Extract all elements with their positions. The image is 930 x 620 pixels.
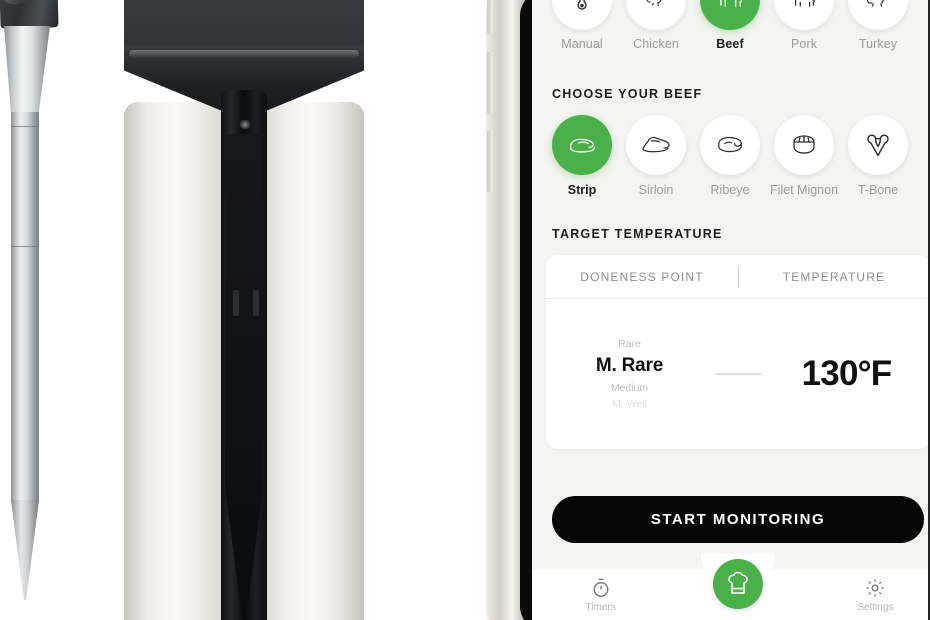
t-bone-icon-circle[interactable] <box>848 115 908 175</box>
meat-type-beef[interactable]: Beef <box>694 0 766 51</box>
meat-type-label: Manual <box>561 37 603 51</box>
dock-body-right <box>259 102 364 620</box>
turkey-icon <box>866 0 884 7</box>
cut-label: T-Bone <box>857 183 899 197</box>
cut-label: Strip <box>567 183 597 197</box>
meat-type-label: Beef <box>716 37 744 51</box>
probe-shaft <box>11 112 39 502</box>
header-divider <box>738 266 739 288</box>
sirloin-icon-circle[interactable] <box>626 115 686 175</box>
temperature-column-header: TEMPERATURE <box>782 269 886 284</box>
doneness-picker[interactable]: Rare M. Rare Medium M. Well <box>546 336 713 412</box>
card-header-row: DONENESS POINT TEMPERATURE <box>546 255 930 299</box>
cut-filet-mignon[interactable]: Filet Mignon <box>768 115 840 197</box>
cut-label: Sirloin <box>638 183 674 197</box>
product-photo-scene: Manual Chicken Beef Pork Turkey CHOOSE Y… <box>0 0 930 620</box>
start-monitoring-button[interactable]: START MONITORING <box>552 496 924 543</box>
tab-cook[interactable]: Cook <box>669 559 806 616</box>
mute-switch[interactable] <box>487 0 493 34</box>
link-dash <box>715 373 761 375</box>
cut-t-bone[interactable]: T-Bone <box>842 115 914 197</box>
cow-icon-circle[interactable] <box>700 0 760 30</box>
cook-fab-button[interactable] <box>713 559 763 609</box>
filet-mignon-icon <box>793 135 815 154</box>
doneness-column-header: DONENESS POINT <box>580 269 704 284</box>
filet-mignon-icon-circle[interactable] <box>774 115 834 175</box>
beef-cut-row[interactable]: Strip Sirloin Ribeye Filet Mignon T-Bone <box>532 101 930 197</box>
thermometer-icon <box>577 0 587 10</box>
chicken-icon <box>646 0 662 6</box>
tab-label: Settings <box>857 602 894 613</box>
chef-hat-icon <box>728 571 748 594</box>
thermometer-icon-circle[interactable] <box>552 0 612 30</box>
probe-cap <box>0 0 59 29</box>
timer-icon <box>593 578 609 597</box>
charging-dock <box>120 0 368 620</box>
target-temperature-card: DONENESS POINT TEMPERATURE Rare M. Rare … <box>546 255 930 449</box>
meat-type-label: Turkey <box>858 37 898 51</box>
dock-body-left <box>124 102 229 620</box>
tab-label: Timers <box>585 602 616 613</box>
volume-up-button[interactable] <box>487 52 493 114</box>
meat-type-label: Chicken <box>633 37 679 51</box>
dock-contact-pin-2 <box>253 290 259 316</box>
doneness-option-below[interactable]: Medium <box>611 380 648 396</box>
dock-contact-pin-1 <box>233 290 239 316</box>
card-body: Rare M. Rare Medium M. Well 130°F <box>546 299 930 449</box>
strip-steak-icon <box>570 138 595 153</box>
meat-type-manual[interactable]: Manual <box>546 0 618 51</box>
cut-label: Filet Mignon <box>769 183 839 197</box>
cut-ribeye[interactable]: Ribeye <box>694 115 766 197</box>
gear-icon <box>866 579 884 597</box>
tab-settings[interactable]: Settings <box>807 569 930 613</box>
t-bone-icon <box>867 134 889 157</box>
turkey-icon-circle[interactable] <box>848 0 908 30</box>
temperature-value[interactable]: 130°F <box>802 354 893 394</box>
meat-probe <box>0 0 62 600</box>
dock-highlight <box>238 120 252 129</box>
pig-icon-circle[interactable] <box>774 0 834 30</box>
probe-seam-lower <box>11 246 39 247</box>
doneness-option-selected[interactable]: M. Rare <box>596 352 663 380</box>
meat-type-label: Pork <box>790 37 818 51</box>
cow-icon <box>720 0 743 7</box>
volume-down-button[interactable] <box>487 130 493 192</box>
bottom-tab-bar[interactable]: Timers Cook Settin <box>532 553 930 620</box>
ribeye-icon-circle[interactable] <box>700 115 760 175</box>
strip-steak-icon-circle[interactable] <box>552 115 612 175</box>
choose-your-beef-title: CHOOSE YOUR BEEF <box>552 87 703 101</box>
meat-type-row[interactable]: Manual Chicken Beef Pork Turkey <box>532 0 930 51</box>
cut-sirloin[interactable]: Sirloin <box>620 115 692 197</box>
probe-shoulder <box>4 26 50 118</box>
meat-type-turkey[interactable]: Turkey <box>842 0 914 51</box>
cut-strip[interactable]: Strip <box>546 115 618 197</box>
doneness-option-above[interactable]: Rare <box>618 336 641 352</box>
probe-tip <box>11 500 39 600</box>
smartphone: Manual Chicken Beef Pork Turkey CHOOSE Y… <box>486 0 930 620</box>
meat-type-pork[interactable]: Pork <box>768 0 840 51</box>
sirloin-icon <box>642 136 670 153</box>
ribeye-icon <box>718 136 742 153</box>
app-screen: Manual Chicken Beef Pork Turkey CHOOSE Y… <box>532 0 930 620</box>
pig-icon <box>794 0 816 7</box>
tab-timers[interactable]: Timers <box>532 569 669 613</box>
meat-type-chicken[interactable]: Chicken <box>620 0 692 51</box>
probe-seam-upper <box>11 126 39 127</box>
chicken-icon-circle[interactable] <box>626 0 686 30</box>
target-temperature-title: TARGET TEMPERATURE <box>552 227 723 241</box>
cut-label: Ribeye <box>710 183 750 197</box>
temperature-picker[interactable]: 130°F <box>763 354 930 394</box>
doneness-option-below2[interactable]: M. Well <box>612 396 647 412</box>
